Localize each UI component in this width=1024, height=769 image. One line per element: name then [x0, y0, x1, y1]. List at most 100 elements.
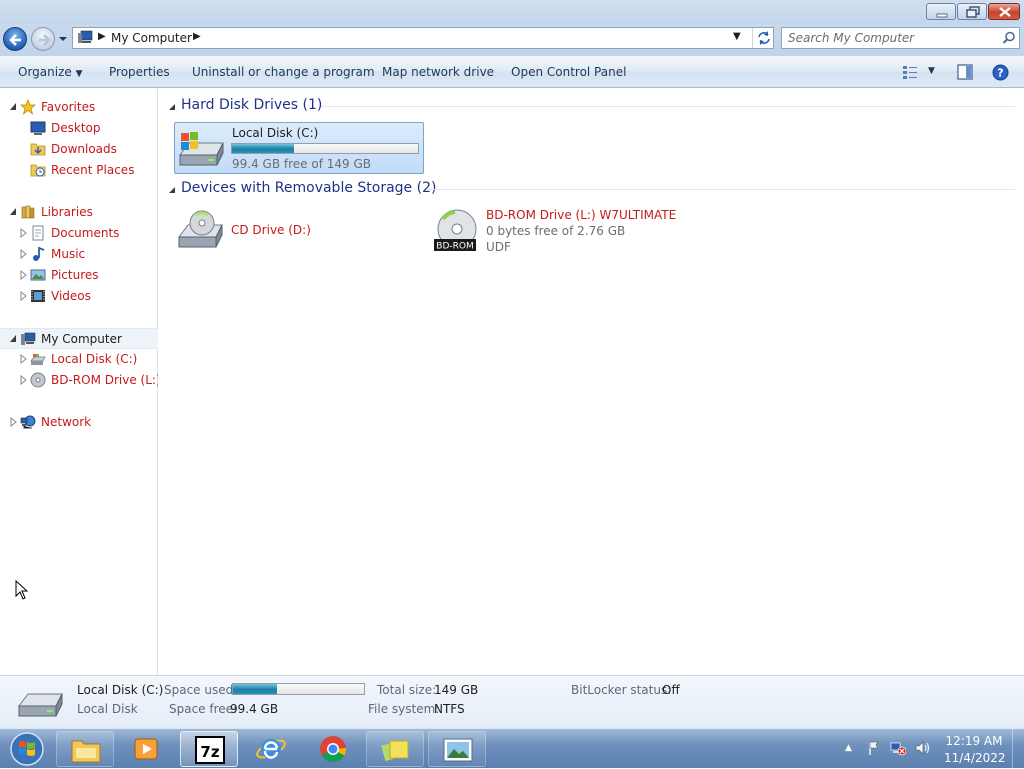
- nav-bd-rom-drive[interactable]: BD-ROM Drive (L:) W7ULTIMATE: [0, 370, 158, 390]
- address-bar[interactable]: ▶ My Computer ▶ ▼: [72, 27, 774, 49]
- expand-arrow-icon[interactable]: [19, 228, 29, 238]
- music-icon: [33, 246, 45, 261]
- taskbar-7zip-button[interactable]: 7z: [180, 731, 238, 767]
- map-network-drive-button[interactable]: Map network drive: [382, 65, 494, 79]
- disc-icon: [30, 372, 46, 388]
- group-header-hard-disks[interactable]: Hard Disk Drives (1): [169, 97, 1015, 117]
- show-hidden-icons-button[interactable]: ▲: [845, 743, 852, 753]
- help-icon[interactable]: ?: [992, 64, 1009, 81]
- drive-usage-fill-c: [232, 144, 294, 153]
- close-icon: [999, 7, 1011, 17]
- media-player-icon: [134, 738, 158, 760]
- desktop-icon: [30, 121, 46, 135]
- nav-libraries[interactable]: Libraries: [0, 202, 158, 222]
- back-button[interactable]: [3, 27, 27, 51]
- change-view-icon[interactable]: [902, 64, 918, 80]
- search-input[interactable]: [788, 30, 993, 46]
- recent-pages-dropdown-icon[interactable]: [58, 34, 68, 44]
- network-icon: [20, 415, 36, 429]
- nav-pictures[interactable]: Pictures: [0, 265, 158, 285]
- breadcrumb-arrow-icon[interactable]: ▶: [98, 31, 106, 42]
- properties-button[interactable]: Properties: [109, 65, 170, 79]
- drive-tile-bd-rom-l[interactable]: BD-ROM BD-ROM Drive (L:) W7ULTIMATE 0 by…: [429, 205, 679, 257]
- group-divider: [427, 189, 1015, 190]
- taskbar-explorer-button[interactable]: [56, 731, 114, 767]
- recent-places-icon: [30, 164, 46, 177]
- expand-arrow-icon[interactable]: [19, 375, 29, 385]
- chevron-down-icon: ▼: [75, 69, 83, 79]
- collapse-group-icon[interactable]: [169, 103, 177, 111]
- details-usage-bar: [232, 683, 365, 695]
- volume-icon[interactable]: [914, 740, 930, 756]
- expand-arrow-icon[interactable]: [19, 270, 29, 280]
- view-options-dropdown-icon[interactable]: ▼: [928, 66, 935, 76]
- restore-button[interactable]: [957, 3, 987, 20]
- drive-name-d: CD Drive (D:): [231, 223, 311, 237]
- taskbar-photo-viewer-button[interactable]: [428, 731, 486, 767]
- photo-viewer-icon: [443, 738, 473, 762]
- 7zip-label: 7z: [200, 743, 219, 761]
- start-button[interactable]: [4, 730, 46, 768]
- network-disconnected-icon[interactable]: [890, 740, 906, 756]
- expand-arrow-icon[interactable]: [9, 417, 19, 427]
- nav-videos[interactable]: Videos: [0, 286, 158, 306]
- star-icon: [20, 99, 36, 115]
- drive-usage-bar-c: [231, 143, 419, 154]
- details-total-size-label: Total size:: [377, 683, 437, 697]
- clock-time[interactable]: 12:19 AM: [944, 734, 1004, 748]
- collapse-arrow-icon[interactable]: [9, 102, 19, 112]
- details-drive-name: Local Disk (C:): [77, 683, 164, 697]
- libraries-icon: [21, 205, 35, 219]
- forward-button[interactable]: [31, 27, 55, 51]
- close-button[interactable]: [988, 3, 1020, 20]
- refresh-button[interactable]: [752, 28, 774, 48]
- hard-disk-icon: [18, 693, 63, 717]
- nav-favorites[interactable]: Favorites: [0, 97, 158, 117]
- collapse-arrow-icon[interactable]: [9, 207, 19, 217]
- breadcrumb-my-computer[interactable]: My Computer: [111, 31, 192, 45]
- nav-libraries-label: Libraries: [41, 205, 93, 219]
- nav-my-computer[interactable]: My Computer: [0, 328, 158, 349]
- videos-icon: [31, 290, 45, 302]
- taskbar-sticky-notes-button[interactable]: [366, 731, 424, 767]
- action-center-flag-icon[interactable]: [866, 740, 882, 756]
- expand-arrow-icon[interactable]: [19, 291, 29, 301]
- nav-network[interactable]: Network: [0, 412, 158, 432]
- nav-recent-places[interactable]: Recent Places: [0, 160, 158, 180]
- nav-music[interactable]: Music: [0, 244, 158, 264]
- computer-icon: [78, 30, 93, 43]
- drive-tile-local-disk-c[interactable]: Local Disk (C:) 99.4 GB free of 149 GB: [174, 122, 424, 174]
- details-drive-type: Local Disk: [77, 702, 138, 716]
- svg-text:?: ?: [997, 67, 1003, 80]
- group-header-removable[interactable]: Devices with Removable Storage (2): [169, 180, 1015, 200]
- organize-button[interactable]: Organize ▼: [18, 65, 83, 79]
- open-control-panel-button[interactable]: Open Control Panel: [511, 65, 626, 79]
- expand-arrow-icon[interactable]: [19, 249, 29, 259]
- expand-arrow-icon[interactable]: [19, 354, 29, 364]
- refresh-icon: [758, 31, 770, 45]
- uninstall-program-button[interactable]: Uninstall or change a program: [192, 65, 375, 79]
- drive-tile-cd-drive-d[interactable]: CD Drive (D:): [174, 205, 414, 257]
- nav-local-disk-c[interactable]: Local Disk (C:): [0, 349, 158, 369]
- collapse-group-icon[interactable]: [169, 186, 177, 194]
- nav-my-computer-label: My Computer: [41, 332, 122, 346]
- 7zip-icon: 7z: [195, 736, 225, 764]
- taskbar-chrome-button[interactable]: [304, 731, 362, 767]
- preview-pane-icon[interactable]: [957, 64, 973, 80]
- search-icon[interactable]: [1002, 31, 1016, 45]
- breadcrumb-arrow-icon[interactable]: ▶: [193, 31, 201, 42]
- collapse-arrow-icon[interactable]: [9, 334, 19, 344]
- show-desktop-button[interactable]: [1012, 729, 1024, 769]
- taskbar-media-player-button[interactable]: [118, 731, 176, 767]
- address-history-dropdown-icon[interactable]: ▼: [733, 31, 741, 42]
- bd-rom-disc-icon: BD-ROM: [434, 209, 477, 252]
- details-usage-fill: [233, 684, 277, 694]
- nav-documents[interactable]: Documents: [0, 223, 158, 243]
- minimize-button[interactable]: [926, 3, 956, 20]
- taskbar: 7z ▲ 12:19 AM 11/4/2022: [0, 728, 1024, 769]
- nav-downloads[interactable]: Downloads: [0, 139, 158, 159]
- taskbar-internet-explorer-button[interactable]: [242, 731, 300, 767]
- nav-desktop[interactable]: Desktop: [0, 118, 158, 138]
- search-box[interactable]: [781, 27, 1020, 49]
- clock-date[interactable]: 11/4/2022: [944, 751, 1006, 765]
